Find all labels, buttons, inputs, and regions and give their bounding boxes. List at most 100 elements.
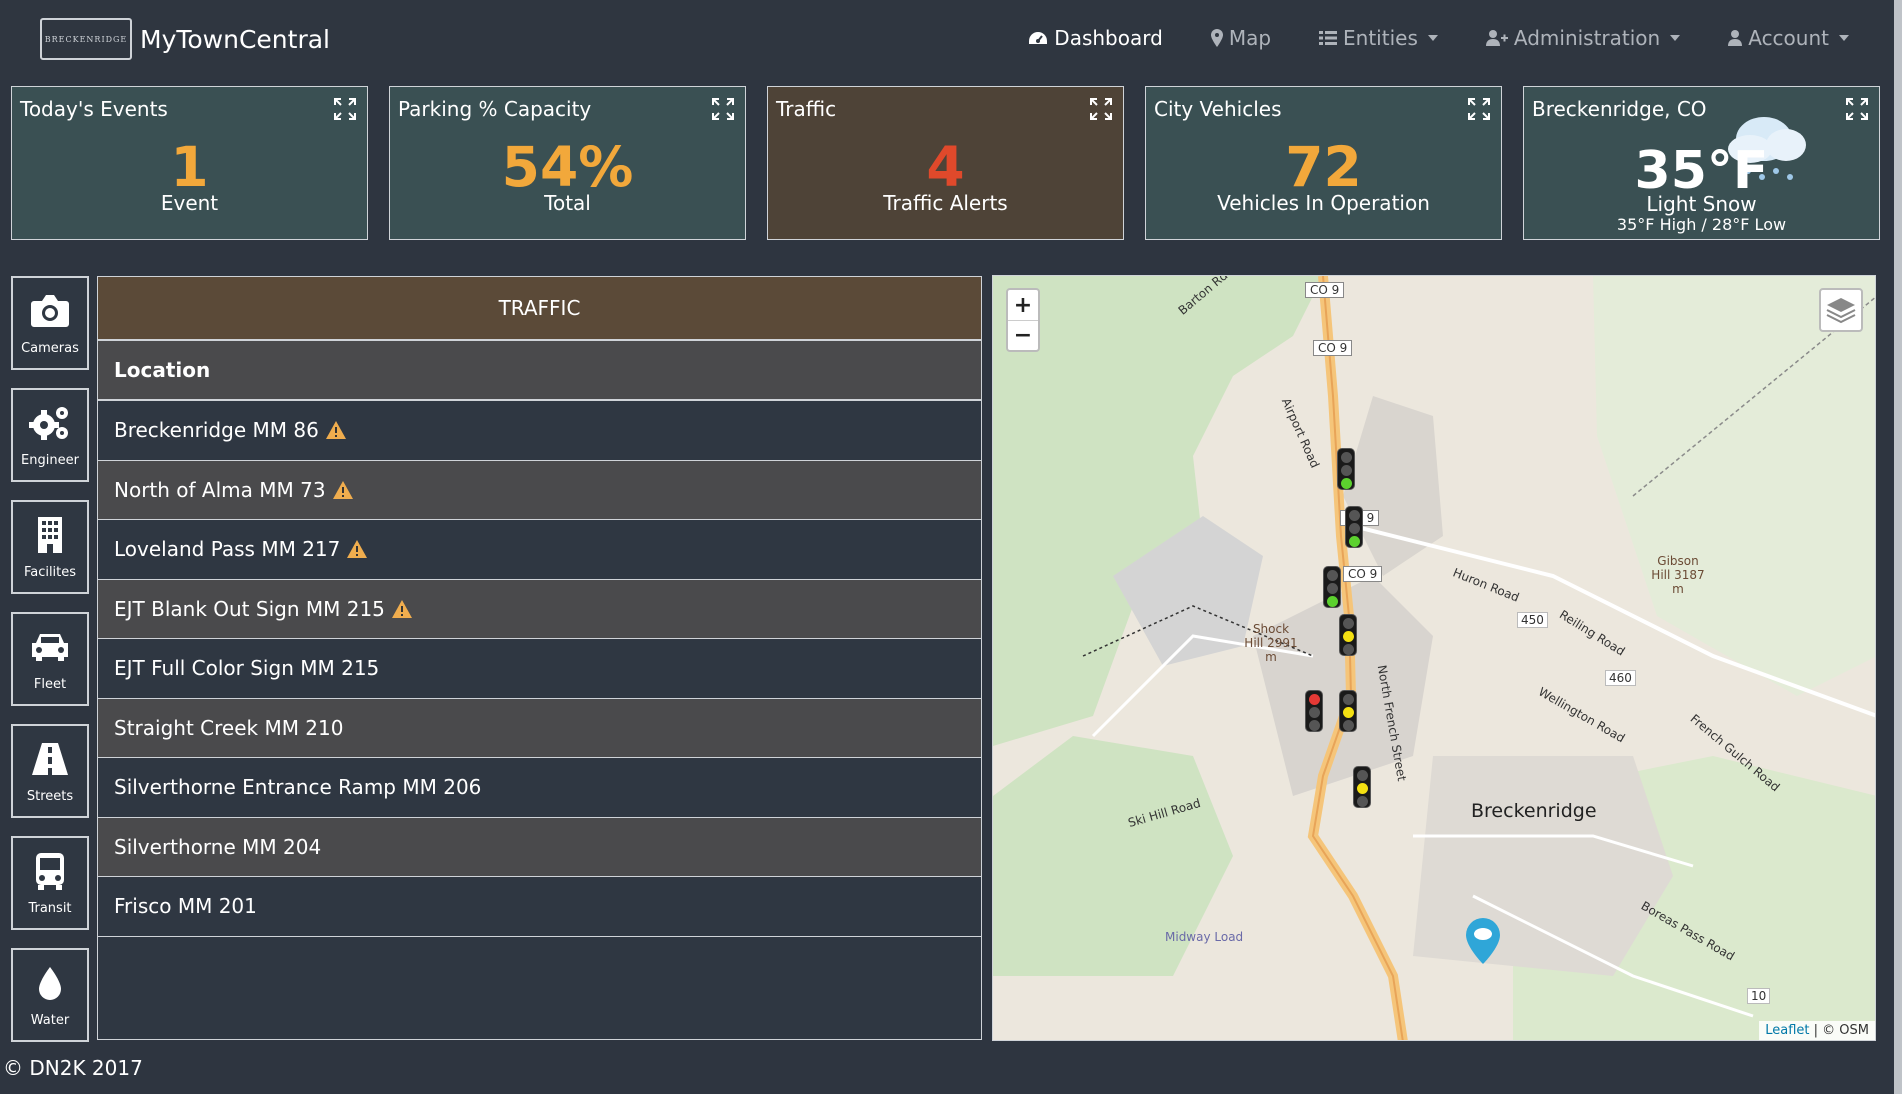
- map-tiles[interactable]: [993, 276, 1876, 1041]
- sidebar-item-fleet[interactable]: Fleet: [11, 612, 89, 706]
- signal-lamp: [1341, 465, 1352, 476]
- location-cell: Straight Creek MM 210: [114, 715, 344, 740]
- zoom-in-button[interactable]: +: [1008, 290, 1038, 320]
- map-label-shield: CO 9: [1305, 282, 1345, 298]
- app-frame: BRECKENRIDGE MyTownCentral Dashboard Map…: [0, 0, 1902, 1094]
- zoom-out-button[interactable]: −: [1008, 320, 1038, 350]
- map-attribution: Leaflet | © OSM: [1759, 1021, 1875, 1040]
- expand-icon[interactable]: [1845, 97, 1869, 121]
- layers-icon: [1826, 298, 1856, 324]
- traffic-signal-marker[interactable]: [1337, 448, 1355, 490]
- table-row[interactable]: Silverthorne Entrance Ramp MM 206: [98, 758, 981, 818]
- vehicles-count: 72: [1285, 135, 1362, 199]
- traffic-signal-marker[interactable]: [1345, 506, 1363, 548]
- expand-icon[interactable]: [333, 97, 357, 121]
- warning-icon: [347, 540, 368, 559]
- table-row[interactable]: EJT Blank Out Sign MM 215: [98, 579, 981, 639]
- dashboard-icon: [1029, 32, 1048, 44]
- table-row[interactable]: Breckenridge MM 86: [98, 401, 981, 461]
- sidebar-item-label: Streets: [26, 788, 74, 804]
- signal-lamp: [1343, 720, 1354, 731]
- table-row[interactable]: Straight Creek MM 210: [98, 698, 981, 758]
- expand-icon[interactable]: [1089, 97, 1113, 121]
- brand[interactable]: BRECKENRIDGE MyTownCentral: [40, 18, 330, 60]
- traffic-signal-marker[interactable]: [1323, 566, 1341, 608]
- traffic-signal-marker[interactable]: [1339, 690, 1357, 732]
- widget-parking[interactable]: Parking % Capacity 54% Total: [389, 86, 746, 240]
- camera-icon: [31, 294, 69, 327]
- nav-map-label: Map: [1228, 26, 1272, 50]
- signal-lamp: [1343, 631, 1354, 642]
- signal-lamp: [1327, 583, 1338, 594]
- expand-icon[interactable]: [1467, 97, 1491, 121]
- map-label-route: 10: [1747, 988, 1771, 1004]
- location-column-header[interactable]: Location: [98, 341, 981, 401]
- location-cell: North of Alma MM 73: [114, 477, 326, 502]
- brand-name: MyTownCentral: [140, 24, 331, 54]
- nav-administration[interactable]: Administration: [1485, 26, 1681, 50]
- sidebar-item-transit[interactable]: Transit: [11, 836, 89, 930]
- traffic-alert-count: 4: [926, 135, 965, 199]
- widget-title: Breckenridge, CO: [1532, 97, 1707, 121]
- location-cell: EJT Full Color Sign MM 215: [114, 656, 380, 681]
- signal-lamp: [1349, 510, 1360, 521]
- widget-traffic[interactable]: Traffic 4 Traffic Alerts: [767, 86, 1124, 240]
- sidebar-item-cameras[interactable]: Cameras: [11, 276, 89, 370]
- map-marker-icon: [1210, 29, 1223, 47]
- table-row[interactable]: North of Alma MM 73: [98, 460, 981, 520]
- signal-lamp: [1357, 796, 1368, 807]
- signal-lamp: [1343, 694, 1354, 705]
- widget-title: Parking % Capacity: [398, 97, 592, 121]
- leaflet-link[interactable]: Leaflet: [1765, 1023, 1809, 1038]
- gears-icon: [29, 406, 68, 440]
- map-label-town: Breckenridge: [1471, 800, 1597, 822]
- signal-lamp: [1349, 536, 1360, 547]
- window-edge: [1894, 0, 1902, 1094]
- camera-marker-icon[interactable]: [1463, 916, 1503, 966]
- signal-lamp: [1357, 770, 1368, 781]
- signal-lamp: [1309, 707, 1320, 718]
- sidebar-item-engineer[interactable]: Engineer: [11, 388, 89, 482]
- sidebar-item-streets[interactable]: Streets: [11, 724, 89, 818]
- traffic-signal-marker[interactable]: [1339, 614, 1357, 656]
- traffic-signal-marker[interactable]: [1353, 766, 1371, 808]
- table-row[interactable]: Loveland Pass MM 217: [98, 520, 981, 580]
- weather-condition: Light Snow: [1646, 192, 1757, 216]
- location-cell: Loveland Pass MM 217: [114, 537, 341, 562]
- nav-entities[interactable]: Entities: [1319, 26, 1438, 50]
- traffic-signal-marker[interactable]: [1305, 690, 1323, 732]
- location-cell: EJT Blank Out Sign MM 215: [114, 596, 385, 621]
- table-row[interactable]: EJT Full Color Sign MM 215: [98, 639, 981, 699]
- signal-lamp: [1343, 707, 1354, 718]
- widget-vehicles[interactable]: City Vehicles 72 Vehicles In Operation: [1145, 86, 1502, 240]
- signal-lamp: [1327, 570, 1338, 581]
- sidebar-item-water[interactable]: Water: [11, 948, 89, 1042]
- nav-dashboard[interactable]: Dashboard: [1028, 26, 1163, 50]
- town-logo: BRECKENRIDGE: [40, 18, 132, 60]
- location-cell: Silverthorne MM 204: [114, 834, 322, 859]
- warning-icon: [391, 599, 412, 618]
- bus-icon: [36, 852, 64, 890]
- weather-high-low: 35°F High / 28°F Low: [1616, 215, 1787, 234]
- table-row[interactable]: Frisco MM 201: [98, 877, 981, 937]
- events-count: 1: [170, 135, 209, 199]
- nav-map[interactable]: Map: [1210, 26, 1272, 50]
- widget-events[interactable]: Today's Events 1 Event: [11, 86, 368, 240]
- layers-button[interactable]: [1819, 288, 1863, 332]
- traffic-table: TRAFFIC Location Breckenridge MM 86 North…: [97, 276, 982, 1040]
- car-icon: [32, 633, 68, 661]
- table-row[interactable]: Silverthorne MM 204: [98, 817, 981, 877]
- traffic-map[interactable]: CO 9 CO 9 CO 9 CO 9 Breckenridge Gibson …: [992, 275, 1876, 1041]
- location-cell: Breckenridge MM 86: [114, 418, 319, 443]
- signal-lamp: [1341, 452, 1352, 463]
- nav-account-label: Account: [1748, 26, 1829, 50]
- traffic-table-title: TRAFFIC: [98, 277, 981, 341]
- map-label-shield: CO 9: [1313, 340, 1353, 356]
- nav-account[interactable]: Account: [1728, 26, 1849, 50]
- widget-weather[interactable]: Breckenridge, CO 35°F Light Snow 35°F Hi…: [1523, 86, 1880, 240]
- parking-percent: 54%: [501, 135, 634, 199]
- warning-icon: [325, 421, 346, 440]
- town-logo-text: BRECKENRIDGE: [44, 34, 128, 44]
- sidebar-item-facilities[interactable]: Facilites: [11, 500, 89, 594]
- expand-icon[interactable]: [711, 97, 735, 121]
